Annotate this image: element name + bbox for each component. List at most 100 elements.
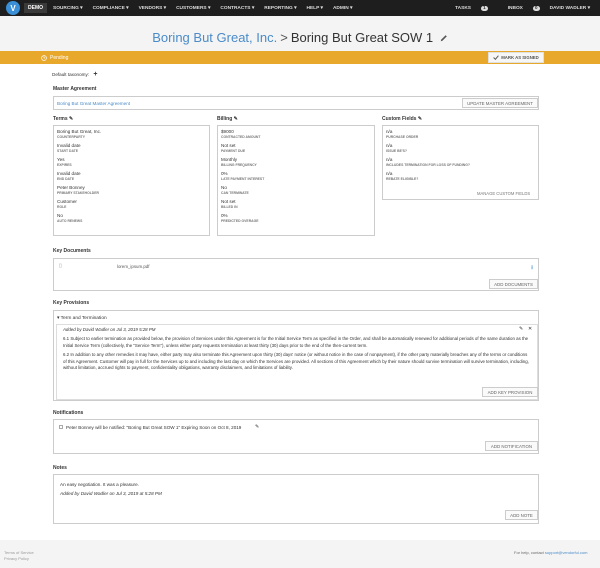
clock-icon (41, 54, 47, 61)
company-link[interactable]: Boring But Great, Inc. (152, 30, 277, 45)
terms-field-value: Invalid date (57, 171, 81, 176)
status-label: Pending (50, 54, 69, 61)
notification-text: Peter Bonney will be notified: "Boring B… (66, 425, 242, 430)
custom-field: n/a ISSUE BE'S? (386, 143, 538, 153)
terms-field-value: Peter Bonney (57, 185, 85, 190)
add-note-button[interactable]: ADD NOTE (505, 510, 538, 520)
logo-icon[interactable]: V (6, 1, 20, 15)
manage-custom-fields-link[interactable]: MANAGE CUSTOM FIELDS (477, 191, 530, 196)
billing-field-value: Not set (221, 143, 236, 148)
key-provisions-heading: Key Provisions (53, 300, 90, 306)
terms-field: Yes EXPIRES (57, 157, 209, 167)
custom-fields-heading: Custom Fields ✎ (382, 116, 422, 122)
nav-tasks[interactable]: TASKS 1 (445, 5, 488, 11)
custom-field-value: n/a (386, 143, 393, 148)
billing-field-value: Monthly (221, 157, 238, 162)
terms-field: Invalid date START DATE (57, 143, 209, 153)
billing-field: Monthly BILLING FREQUENCY (221, 157, 374, 167)
demo-badge: DEMO (24, 3, 47, 13)
pencil-icon[interactable]: ✎ (255, 424, 259, 430)
inbox-count-badge: 0 (532, 5, 540, 11)
breadcrumb-separator: > (280, 30, 288, 45)
pencil-icon[interactable]: ✎ (234, 116, 238, 122)
terms-field: Invalid date END DATE (57, 171, 209, 181)
add-notification-button[interactable]: ADD NOTIFICATION (485, 441, 538, 451)
terms-field-label: EXPIRES (57, 163, 72, 167)
checkbox-icon[interactable] (59, 425, 63, 429)
terms-field-label: COUNTERPARTY (57, 135, 86, 139)
nav-compliance[interactable]: COMPLIANCE ▾ (93, 6, 129, 11)
pencil-icon[interactable]: ✎ (69, 116, 73, 122)
footer-links: Terms of Service Privacy Policy (4, 550, 34, 562)
billing-field-value: Not set (221, 199, 236, 204)
nav-admin[interactable]: ADMIN ▾ (333, 6, 352, 11)
terms-heading-text: Terms (53, 116, 68, 122)
nav-help[interactable]: HELP ▾ (307, 6, 323, 11)
terms-field-label: START DATE (57, 149, 78, 153)
billing-field-label: PAYMENT DUE (221, 149, 246, 153)
custom-field-value: n/a (386, 171, 393, 176)
master-agreement-link[interactable]: Boring But Great Master Agreement (57, 101, 130, 106)
terms-field-label: END DATE (57, 177, 75, 181)
terms-field-value: Yes (57, 157, 65, 162)
custom-field-value: n/a (386, 129, 393, 134)
help-text: For help, contact (514, 550, 544, 555)
notes-box: An easy negotiation. It was a pleasure. … (53, 474, 539, 524)
status-bar: Pending MARK AS SIGNED (0, 51, 600, 64)
mark-as-signed-button[interactable]: MARK AS SIGNED (488, 52, 544, 63)
pencil-icon[interactable] (440, 34, 448, 42)
chevron-down-icon: ▾ (57, 316, 60, 321)
key-documents-heading: Key Documents (53, 248, 91, 254)
billing-field-label: BILLED IN (221, 205, 238, 209)
download-icon[interactable]: ⭳ (531, 263, 533, 273)
terms-field-label: AUTO RENEWS (57, 219, 83, 223)
support-email-link[interactable]: support@vendorful.com (545, 550, 588, 555)
billing-field-value: 0% (221, 171, 228, 176)
pencil-icon[interactable]: ✎ (418, 116, 422, 122)
nav-vendors[interactable]: VENDORS ▾ (139, 6, 166, 11)
terms-field: No AUTO RENEWS (57, 213, 209, 223)
add-key-provision-button[interactable]: ADD KEY PROVISION (482, 387, 538, 397)
custom-field-label: ISSUE BE'S? (386, 149, 407, 153)
nav-sourcing[interactable]: SOURCING ▾ (53, 6, 83, 11)
notifications-box: Peter Bonney will be notified: "Boring B… (53, 419, 539, 454)
pencil-icon[interactable]: ✎ (519, 326, 523, 332)
top-nav: V DEMO SOURCING ▾ COMPLIANCE ▾ VENDORS ▾… (0, 0, 600, 16)
taxonomy-row: Default taxonomy: + (52, 71, 97, 78)
privacy-policy-link[interactable]: Privacy Policy (4, 556, 34, 562)
billing-field-value: No (221, 185, 227, 190)
terms-field-value: Invalid date (57, 143, 81, 148)
nav-customers[interactable]: CUSTOMERS ▾ (176, 6, 210, 11)
document-link[interactable]: lorem_ipsum.pdf (117, 264, 149, 269)
note-added-by: Added by David Wadler on Jul 3, 2019 at … (60, 491, 162, 496)
billing-field: Not set BILLED IN (221, 199, 374, 209)
terms-field: Customer ROLE (57, 199, 209, 209)
billing-field: 0% LATE PAYMENT INTEREST (221, 171, 374, 181)
provision-section-toggle[interactable]: ▾ Term and Termination (57, 316, 107, 321)
key-documents-box: ▯ lorem_ipsum.pdf ⭳ (53, 258, 539, 291)
billing-heading-text: Billing (217, 116, 233, 122)
custom-field: n/a INCLUDES TERMINATION FOR LOSS OF FUND… (386, 157, 538, 167)
update-master-agreement-button[interactable]: UPDATE MASTER AGREEMENT (462, 98, 538, 108)
billing-field-label: CONTRACTED AMOUNT (221, 135, 261, 139)
nav-contracts[interactable]: CONTRACTS ▾ (220, 6, 254, 11)
provision-section-title: Term and Termination (60, 316, 107, 321)
close-icon[interactable]: ✕ (528, 326, 532, 332)
footer-help: For help, contact support@vendorful.com (514, 550, 587, 555)
custom-field-label: PURCHASE ORDER (386, 135, 419, 139)
custom-field: n/a PURCHASE ORDER (386, 129, 538, 139)
custom-fields-box: n/a PURCHASE ORDER n/a ISSUE BE'S? n/a INCLUD… (382, 125, 539, 200)
nav-user-menu[interactable]: DAVID WADLER ▾ (550, 6, 590, 11)
nav-inbox[interactable]: INBOX 0 (498, 5, 540, 11)
nav-reporting[interactable]: REPORTING ▾ (264, 6, 296, 11)
plus-icon[interactable]: + (93, 71, 97, 78)
add-documents-button[interactable]: ADD DOCUMENTS (489, 279, 538, 289)
master-agreement-heading: Master Agreement (53, 86, 97, 92)
provision-paragraph-1: 6.1 Subject to earlier termination as pr… (63, 336, 529, 348)
terms-field-value: Boring But Great, Inc. (57, 129, 102, 134)
billing-field: 0% PREDICTED OVERAGE (221, 213, 374, 223)
custom-field-label: INCLUDES TERMINATION FOR LOSS OF FUNDING… (386, 163, 470, 167)
terms-field-value: Customer (57, 199, 77, 204)
terms-field: Boring But Great, Inc. COUNTERPARTY (57, 129, 209, 139)
billing-field: No CAN TERMINATE (221, 185, 374, 195)
